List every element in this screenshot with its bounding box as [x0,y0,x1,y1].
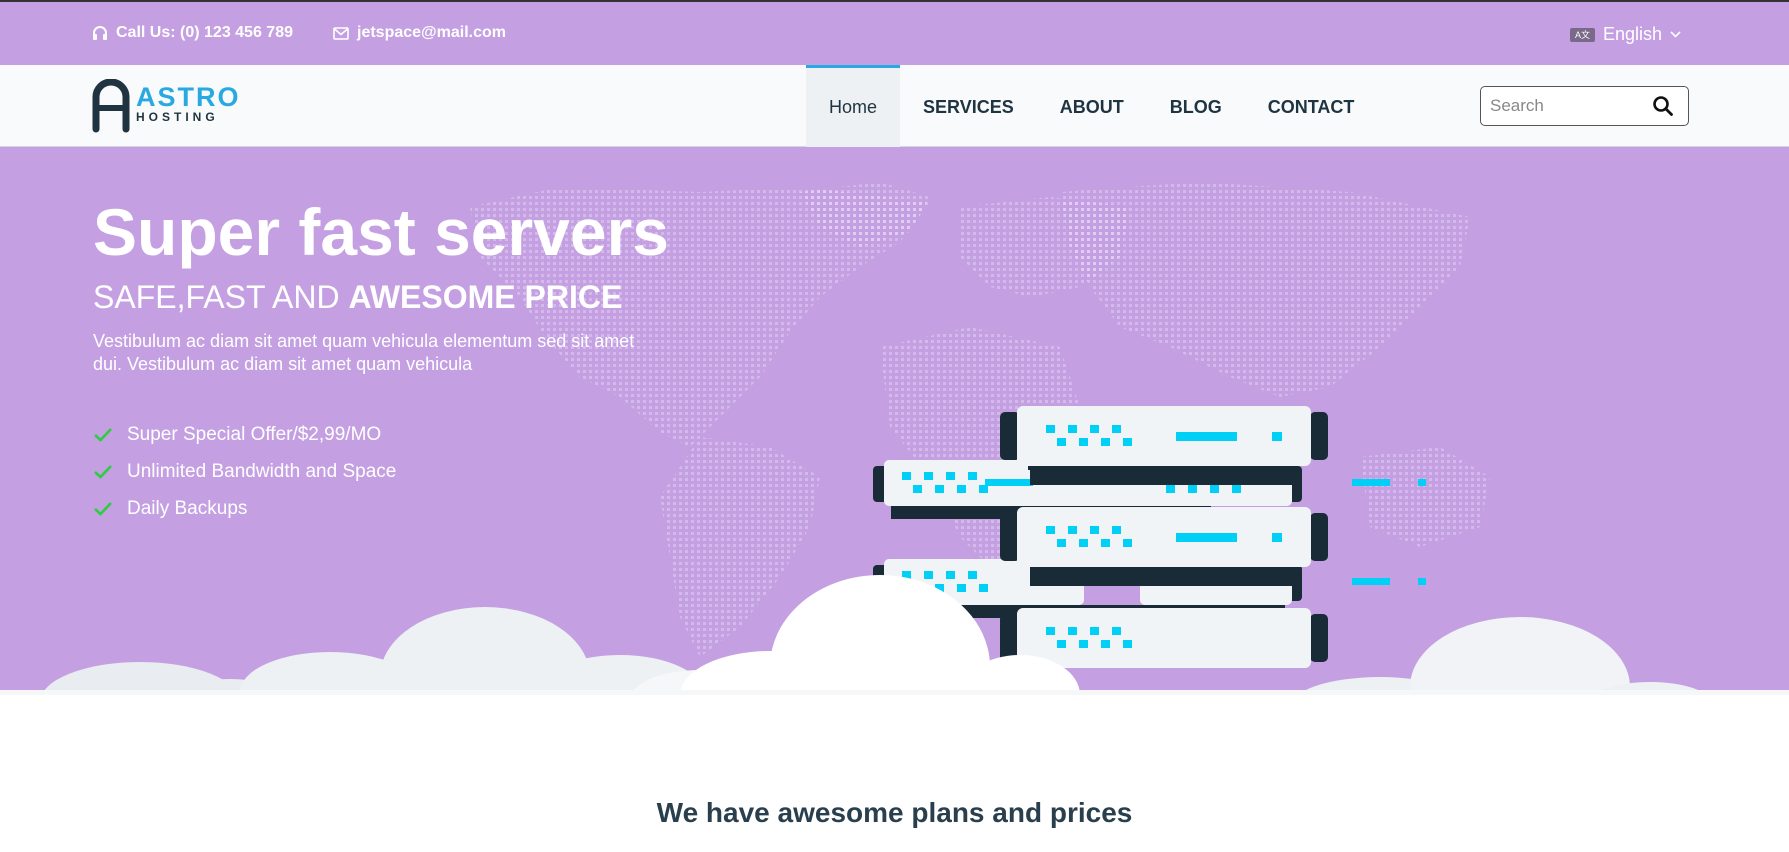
email-text: jetspace@mail.com [357,24,506,41]
plans-heading: We have awesome plans and prices [656,797,1133,828]
nav-contact[interactable]: CONTACT [1245,65,1378,147]
email-contact[interactable]: jetspace@mail.com [333,24,506,42]
site-logo[interactable]: ASTRO HOSTING [92,79,241,133]
top-bar: Call Us: (0) 123 456 789 jetspace@mail.c… [0,0,1789,65]
logo-tagline: HOSTING [136,110,219,124]
nav-home[interactable]: Home [806,65,901,147]
language-label: English [1602,24,1662,44]
server-illustration [0,406,1789,695]
search-box [1480,86,1689,126]
server-center [1000,406,1328,668]
main-navbar: ASTRO HOSTING Home SERVICES ABOUT BLOG C… [0,65,1789,147]
language-selector[interactable]: A文 English [1569,24,1681,45]
nav-menu: Home SERVICES ABOUT BLOG CONTACT [806,65,1377,147]
headphones-icon [93,26,107,40]
contact-info: Call Us: (0) 123 456 789 jetspace@mail.c… [92,24,506,42]
nav-services[interactable]: SERVICES [900,65,1037,147]
envelope-icon [333,26,349,40]
chevron-down-icon [1670,31,1681,38]
logo-text: ASTRO HOSTING [136,82,241,125]
logo-name: ASTRO [136,82,241,112]
translate-icon: A文 [1569,27,1595,42]
search-input[interactable] [1481,88,1646,124]
nav-blog[interactable]: BLOG [1147,65,1245,147]
hero-section: Super fast servers SAFE,FAST AND AWESOME… [0,147,1789,695]
logo-mark-icon [92,79,130,133]
nav-about[interactable]: ABOUT [1037,65,1147,147]
phone-text: Call Us: (0) 123 456 789 [116,24,293,41]
clouds [0,575,1789,695]
search-icon[interactable] [1652,95,1674,117]
phone-contact[interactable]: Call Us: (0) 123 456 789 [92,24,293,42]
